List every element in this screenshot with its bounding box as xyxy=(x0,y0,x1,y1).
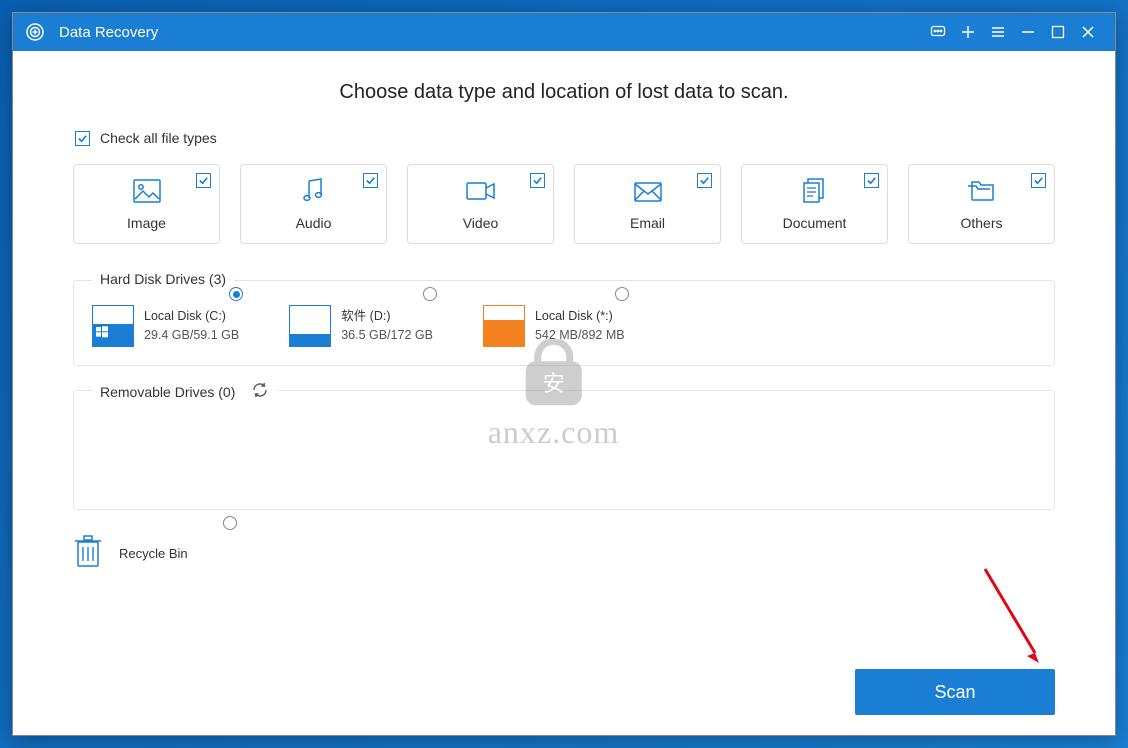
type-card-document-label: Document xyxy=(783,215,847,231)
type-card-image[interactable]: Image xyxy=(73,164,220,244)
type-card-email[interactable]: Email xyxy=(574,164,721,244)
plus-icon[interactable] xyxy=(953,17,983,47)
close-button[interactable] xyxy=(1073,17,1103,47)
type-card-audio-label: Audio xyxy=(296,215,332,231)
drive-star-size: 542 MB/892 MB xyxy=(535,326,625,345)
recycle-section[interactable]: Recycle Bin xyxy=(73,534,1055,573)
image-icon xyxy=(133,177,161,205)
type-card-audio-checkbox[interactable] xyxy=(363,173,378,188)
type-card-document[interactable]: Document xyxy=(741,164,888,244)
type-card-image-label: Image xyxy=(127,215,166,231)
drive-star-radio[interactable] xyxy=(615,287,629,301)
main-content: Choose data type and location of lost da… xyxy=(13,51,1115,735)
scan-button[interactable]: Scan xyxy=(855,669,1055,715)
drive-star-name: Local Disk (*:) xyxy=(535,307,625,326)
file-type-grid: Image Audio Video Email Document xyxy=(73,164,1055,244)
type-card-others[interactable]: Others xyxy=(908,164,1055,244)
folder-icon xyxy=(967,177,997,205)
drive-d-radio[interactable] xyxy=(423,287,437,301)
video-icon xyxy=(466,177,496,205)
type-card-audio[interactable]: Audio xyxy=(240,164,387,244)
type-card-email-checkbox[interactable] xyxy=(697,173,712,188)
drive-c-size: 29.4 GB/59.1 GB xyxy=(144,326,239,345)
type-card-video[interactable]: Video xyxy=(407,164,554,244)
app-window: Data Recovery Choose data type and locat… xyxy=(12,12,1116,736)
menu-icon[interactable] xyxy=(983,17,1013,47)
drive-c[interactable]: Local Disk (C:) 29.4 GB/59.1 GB xyxy=(92,305,239,347)
document-icon xyxy=(802,177,828,205)
trash-icon xyxy=(73,534,103,573)
app-title: Data Recovery xyxy=(59,24,158,41)
drive-d-name: 软件 (D:) xyxy=(341,307,433,326)
drive-c-icon xyxy=(92,305,134,347)
removable-panel: Removable Drives (0) xyxy=(73,390,1055,510)
type-card-others-checkbox[interactable] xyxy=(1031,173,1046,188)
type-card-image-checkbox[interactable] xyxy=(196,173,211,188)
arrow-annotation xyxy=(979,563,1049,673)
windows-icon xyxy=(96,325,108,343)
drive-d-icon xyxy=(289,305,331,347)
type-card-others-label: Others xyxy=(960,215,1002,231)
audio-icon xyxy=(301,177,327,205)
check-all-checkbox[interactable] xyxy=(75,131,90,146)
drive-c-name: Local Disk (C:) xyxy=(144,307,239,326)
removable-panel-title: Removable Drives (0) xyxy=(100,384,235,400)
check-all-label: Check all file types xyxy=(100,130,217,146)
maximize-button[interactable] xyxy=(1043,17,1073,47)
drive-d[interactable]: 软件 (D:) 36.5 GB/172 GB xyxy=(289,305,433,347)
drive-star[interactable]: Local Disk (*:) 542 MB/892 MB xyxy=(483,305,625,347)
type-card-video-checkbox[interactable] xyxy=(530,173,545,188)
recycle-radio[interactable] xyxy=(223,516,237,530)
type-card-email-label: Email xyxy=(630,215,665,231)
refresh-icon[interactable] xyxy=(251,381,269,402)
titlebar: Data Recovery xyxy=(13,13,1115,51)
type-card-document-checkbox[interactable] xyxy=(864,173,879,188)
hdd-panel: Hard Disk Drives (3) Local Disk (C:) 29.… xyxy=(73,280,1055,366)
recycle-label: Recycle Bin xyxy=(119,546,188,561)
page-heading: Choose data type and location of lost da… xyxy=(73,81,1055,104)
drive-c-radio[interactable] xyxy=(229,287,243,301)
drive-star-icon xyxy=(483,305,525,347)
app-logo-icon xyxy=(25,22,45,42)
hdd-panel-title: Hard Disk Drives (3) xyxy=(100,271,226,287)
type-card-video-label: Video xyxy=(463,215,499,231)
drive-d-size: 36.5 GB/172 GB xyxy=(341,326,433,345)
feedback-icon[interactable] xyxy=(923,17,953,47)
email-icon xyxy=(634,177,662,205)
check-all-row[interactable]: Check all file types xyxy=(75,130,1055,146)
minimize-button[interactable] xyxy=(1013,17,1043,47)
drives-row: Local Disk (C:) 29.4 GB/59.1 GB 软件 (D:) … xyxy=(92,305,1036,347)
